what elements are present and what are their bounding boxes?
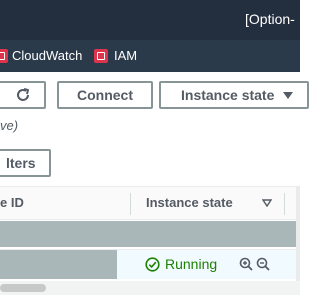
refresh-button[interactable] — [0, 81, 46, 109]
bookmark-iam[interactable]: IAM — [114, 48, 137, 63]
table-row[interactable] — [0, 221, 300, 247]
instance-state-dropdown[interactable]: Instance state — [159, 81, 309, 109]
status-running: Running — [165, 256, 218, 272]
column-divider[interactable] — [130, 193, 131, 215]
zoom-in-icon[interactable] — [239, 257, 253, 271]
iam-icon — [94, 49, 108, 63]
table-header: e ID Instance state — [0, 186, 300, 220]
zoom-out-icon[interactable] — [256, 257, 270, 271]
horizontal-scrollbar[interactable] — [0, 281, 300, 295]
column-divider[interactable] — [284, 193, 285, 215]
browser-title-bar: [Option- — [0, 0, 300, 40]
check-circle-icon — [145, 256, 160, 272]
clear-filters-label: lters — [6, 155, 36, 171]
bookmarks-bar: CloudWatch IAM — [0, 40, 300, 72]
table-row-selected[interactable]: Running — [0, 249, 300, 279]
caret-down-icon — [283, 92, 293, 99]
actions-toolbar: Connect Instance state — [0, 72, 309, 118]
connect-button[interactable]: Connect — [57, 81, 153, 109]
filter-note: ve) — [0, 118, 19, 133]
window-title: [Option- — [245, 11, 295, 27]
instance-state-label: Instance state — [181, 87, 275, 103]
scrollbar-thumb[interactable] — [0, 284, 46, 292]
connect-label: Connect — [77, 87, 133, 103]
column-header-instance-id[interactable]: e ID — [0, 195, 24, 210]
instance-id-cell — [0, 250, 117, 279]
bookmark-cloudwatch[interactable]: CloudWatch — [12, 48, 82, 63]
instance-state-cell: Running — [145, 256, 217, 272]
table-right-border — [296, 186, 300, 281]
clear-filters-button[interactable]: lters — [0, 149, 51, 177]
column-header-instance-state[interactable]: Instance state — [146, 195, 233, 210]
refresh-icon — [17, 88, 29, 101]
sort-icon[interactable] — [262, 199, 272, 207]
cloudwatch-icon — [0, 49, 8, 63]
